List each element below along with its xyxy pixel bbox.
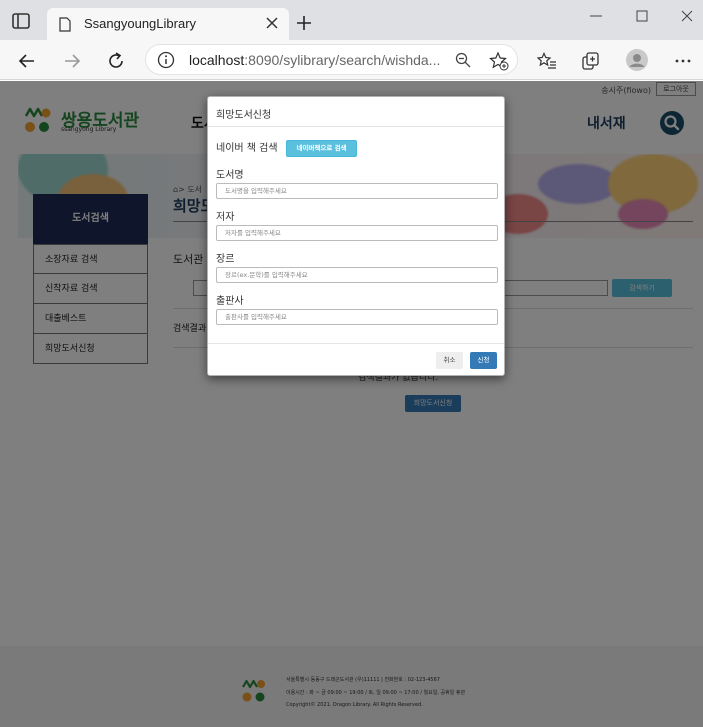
author-input[interactable] bbox=[216, 225, 498, 241]
new-tab-icon[interactable] bbox=[296, 15, 312, 31]
zoom-out-icon[interactable] bbox=[455, 52, 471, 68]
browser-tabbar: SsangyoungLibrary bbox=[0, 0, 703, 40]
modal-footer-divider bbox=[208, 343, 504, 344]
publisher-label: 출판사 bbox=[216, 296, 244, 307]
author-label: 저자 bbox=[216, 212, 235, 223]
url-text[interactable]: localhost:8090/sylibrary/search/wishda..… bbox=[189, 52, 440, 68]
minimize-icon[interactable] bbox=[587, 8, 605, 24]
modal-header: 희망도서신청 bbox=[208, 97, 504, 127]
add-favorite-icon[interactable] bbox=[489, 51, 509, 71]
maximize-icon[interactable] bbox=[633, 8, 651, 24]
close-tab-icon[interactable] bbox=[265, 16, 279, 30]
browser-toolbar: localhost:8090/sylibrary/search/wishda..… bbox=[0, 40, 703, 80]
book-title-label: 도서명 bbox=[216, 170, 244, 181]
forward-icon[interactable] bbox=[62, 51, 82, 71]
genre-input[interactable] bbox=[216, 267, 498, 283]
refresh-icon[interactable] bbox=[106, 51, 126, 71]
naver-search-label: 네이버 책 검색 bbox=[216, 143, 278, 154]
publisher-input[interactable] bbox=[216, 309, 498, 325]
browser-tab[interactable]: SsangyoungLibrary bbox=[47, 8, 289, 40]
tab-title: SsangyoungLibrary bbox=[84, 16, 197, 31]
page-icon bbox=[59, 17, 71, 32]
profile-avatar-icon[interactable] bbox=[626, 49, 648, 71]
tab-actions-icon[interactable] bbox=[10, 10, 32, 32]
book-title-input[interactable] bbox=[216, 183, 498, 199]
close-window-icon[interactable] bbox=[678, 8, 696, 24]
genre-label: 장르 bbox=[216, 254, 235, 265]
submit-button[interactable]: 신청 bbox=[470, 352, 497, 369]
address-bar[interactable]: localhost:8090/sylibrary/search/wishda..… bbox=[145, 44, 518, 75]
collections-icon[interactable] bbox=[581, 51, 601, 71]
wish-book-modal: 희망도서신청 네이버 책 검색 네이버책으로 검색 도서명 저자 장르 출판사 … bbox=[207, 96, 505, 376]
modal-title: 희망도서신청 bbox=[216, 110, 272, 121]
info-icon[interactable] bbox=[157, 51, 175, 69]
cancel-button[interactable]: 취소 bbox=[436, 352, 463, 369]
favorites-icon[interactable] bbox=[537, 51, 557, 71]
back-icon[interactable] bbox=[17, 51, 37, 71]
naver-search-button[interactable]: 네이버책으로 검색 bbox=[286, 140, 357, 157]
more-menu-icon[interactable] bbox=[673, 51, 693, 71]
